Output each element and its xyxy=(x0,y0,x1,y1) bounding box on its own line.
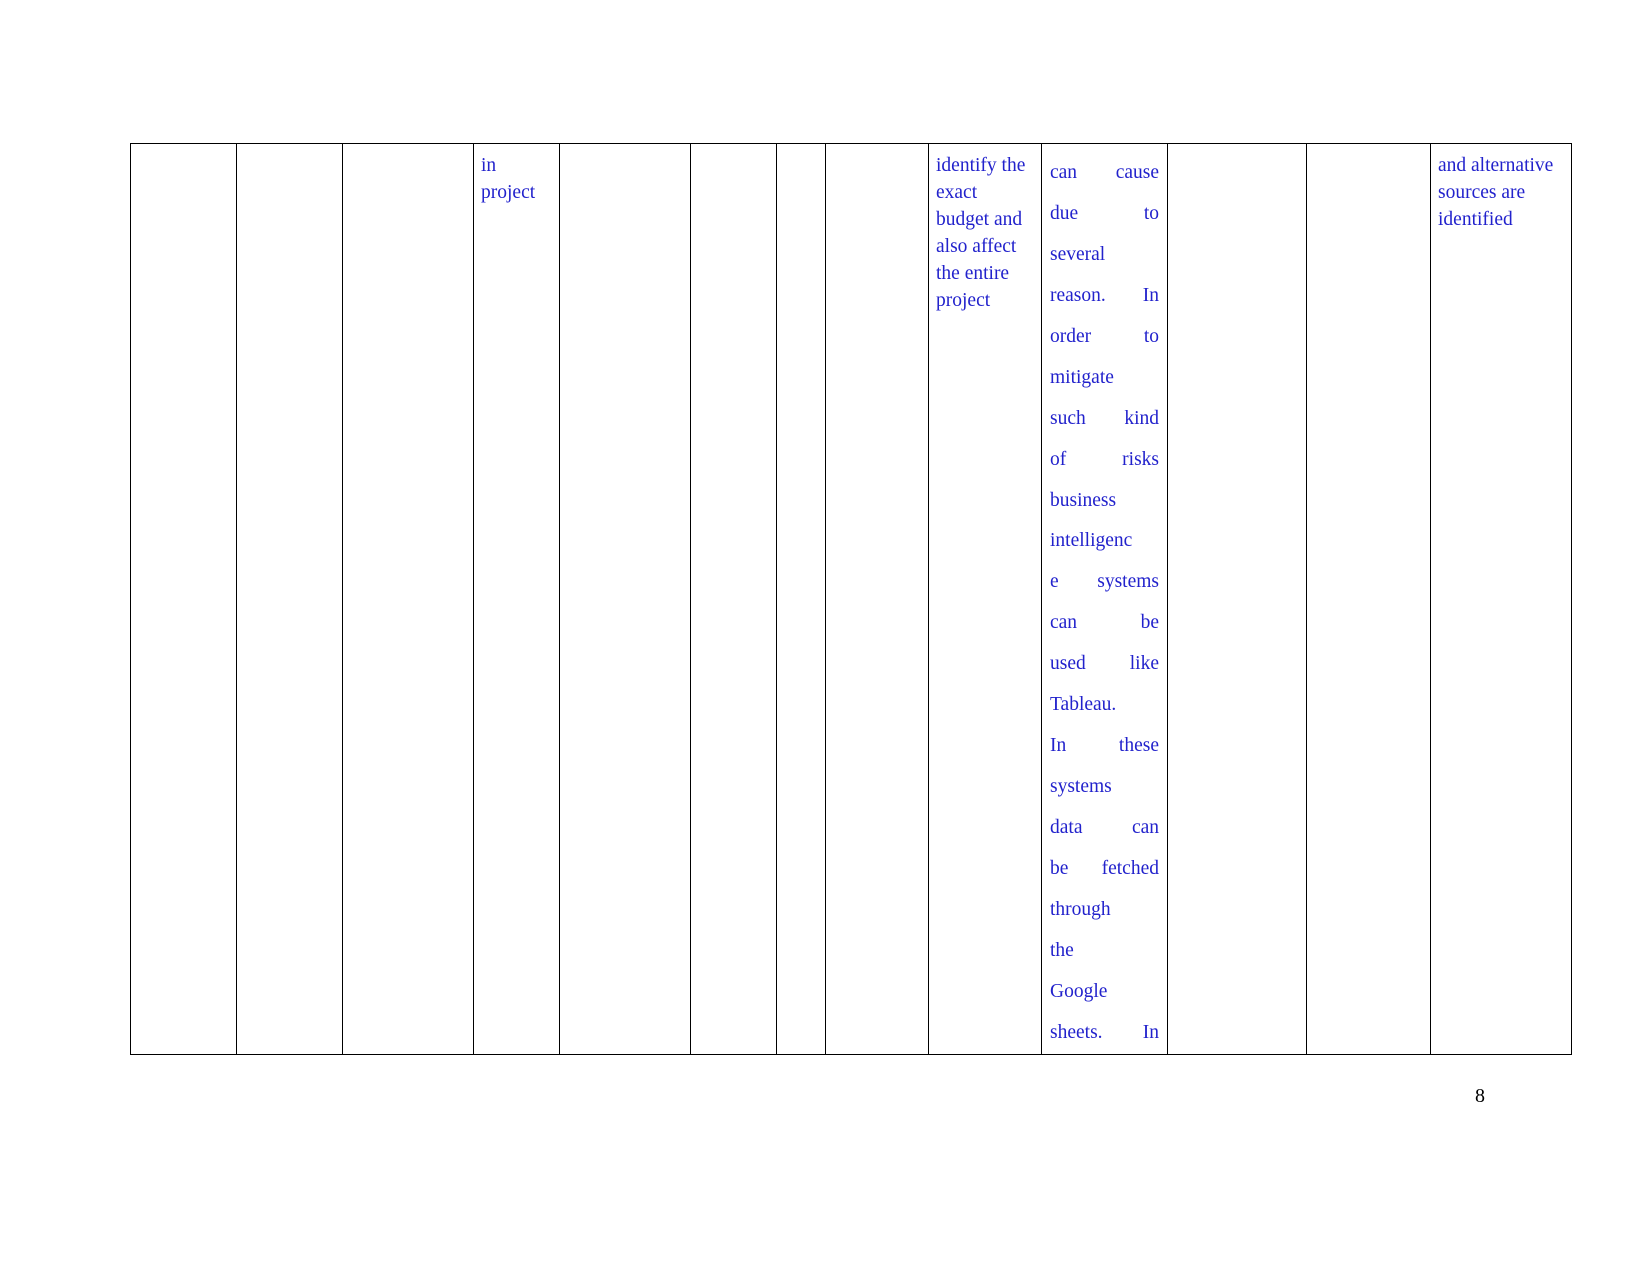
justified-line: Google xyxy=(1050,980,1108,1002)
table-cell-9-mitigation: can cause due to several reason. In order to… xyxy=(1041,143,1168,1055)
cell-text-8: identify the exact budget and also affec… xyxy=(936,155,1026,311)
cell-text-10 xyxy=(1169,144,1306,153)
justified-line: be fetched xyxy=(1050,857,1159,879)
justified-line: can be xyxy=(1050,612,1159,634)
cell-text-7 xyxy=(827,144,928,153)
justified-line: In these xyxy=(1050,735,1159,757)
table-cell-12-status: and alternative sources are identified xyxy=(1430,143,1572,1055)
table-cell-6 xyxy=(776,143,826,1055)
justified-line: mitigate xyxy=(1050,366,1114,388)
justified-line: reason. In xyxy=(1050,284,1159,306)
justified-line: intelligenc xyxy=(1050,530,1133,552)
justified-line: business xyxy=(1050,489,1117,511)
cell-text-5 xyxy=(692,144,776,153)
table-cell-8-impact: identify the exact budget and also affec… xyxy=(928,143,1042,1055)
justified-line: through xyxy=(1050,898,1111,920)
cell-text-3: in project xyxy=(481,155,536,203)
justified-line: systems xyxy=(1050,776,1112,798)
table-cell-2 xyxy=(342,143,474,1055)
cell-text-2 xyxy=(344,144,473,153)
justified-line: e systems xyxy=(1050,571,1159,593)
cell-text-12: and alternative sources are identified xyxy=(1438,155,1554,230)
cell-text-4 xyxy=(561,144,690,153)
table-row: in project identify the exact budget and… xyxy=(130,143,1572,1055)
justified-line: sheets. In xyxy=(1050,1021,1159,1043)
table-cell-10 xyxy=(1167,143,1307,1055)
table-cell-4 xyxy=(559,143,691,1055)
table-cell-1 xyxy=(236,143,343,1055)
justified-line: Tableau. xyxy=(1050,694,1117,716)
cell-text-6 xyxy=(778,144,825,153)
justified-line: data can xyxy=(1050,817,1159,838)
justified-line: the xyxy=(1050,939,1074,961)
table-cell-3-in-project: in project xyxy=(473,143,560,1055)
justified-line: due to xyxy=(1050,202,1159,224)
table-cell-7 xyxy=(825,143,929,1055)
justified-line: of risks xyxy=(1050,448,1159,470)
table-cell-11 xyxy=(1306,143,1431,1055)
table-cell-5 xyxy=(690,143,777,1055)
justified-line: several xyxy=(1050,243,1106,265)
cell-text-0 xyxy=(132,144,236,153)
table-cell-0 xyxy=(130,143,237,1055)
cell-text-1 xyxy=(238,144,342,153)
justified-line: order to xyxy=(1050,325,1159,347)
document-page: in project identify the exact budget and… xyxy=(0,0,1651,1275)
justified-line: such kind xyxy=(1050,407,1159,429)
risk-register-table: in project identify the exact budget and… xyxy=(130,143,1572,1055)
page-number: 8 xyxy=(1475,1085,1485,1107)
justified-line: can cause xyxy=(1050,162,1159,183)
cell-text-11 xyxy=(1308,144,1430,153)
cell-text-9: can cause due to several reason. In order to… xyxy=(1043,144,1167,1053)
justified-line: used like xyxy=(1050,653,1159,675)
